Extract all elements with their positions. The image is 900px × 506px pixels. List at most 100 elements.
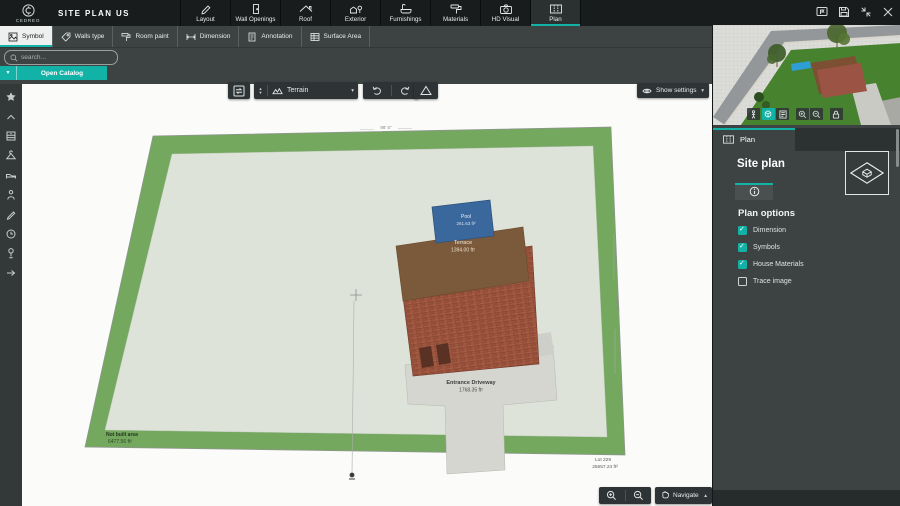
plan-options-title: Plan options — [738, 208, 795, 219]
lamp-post-icon[interactable] — [5, 247, 17, 259]
open-catalog-button[interactable]: ▾ Open Catalog — [0, 66, 107, 80]
blueprint-icon — [722, 134, 735, 145]
hanger-icon[interactable] — [5, 150, 17, 162]
door-icon — [249, 3, 263, 15]
panel-tab-plan[interactable]: Plan — [713, 128, 795, 151]
tab-layout[interactable]: Layout — [181, 0, 231, 26]
north-indicator-button[interactable] — [414, 82, 438, 99]
tool-tab-walls-type[interactable]: Walls type — [53, 26, 114, 47]
pool-label: Pool — [461, 214, 471, 220]
tool-tab-annotation[interactable]: Annotation — [239, 26, 301, 47]
search-input[interactable] — [21, 54, 101, 61]
option-trace-image[interactable]: Trace image — [738, 277, 792, 286]
clock-icon[interactable] — [5, 228, 17, 240]
zoom-out-icon — [633, 490, 644, 501]
tool-tab-surface-area[interactable]: Surface Area — [302, 26, 371, 47]
checkbox-unchecked[interactable] — [738, 277, 747, 286]
tool-tab-symbol[interactable]: Symbol — [0, 26, 53, 47]
cedreo-logo: CEDREO — [5, 1, 51, 25]
app-window: CEDREO SITE PLAN US Layout Wall Openings… — [0, 0, 900, 506]
shrink-icon[interactable] — [860, 6, 872, 18]
undo-button[interactable] — [363, 82, 391, 99]
option-dimension[interactable]: Dimension — [738, 226, 786, 235]
isometric-plan-icon — [850, 160, 884, 186]
cedreo-logo-icon — [22, 4, 35, 17]
comment-icon[interactable] — [816, 6, 828, 18]
checkbox-checked[interactable] — [738, 260, 747, 269]
plan-style-button[interactable] — [845, 151, 889, 195]
survey-pin[interactable] — [349, 473, 355, 479]
walkthrough-view-button[interactable] — [747, 108, 760, 120]
tool-tab-room-paint[interactable]: Room paint — [113, 26, 177, 47]
lot-label: Lot 229 — [595, 457, 611, 463]
info-icon — [749, 186, 760, 197]
tab-materials[interactable]: Materials — [431, 0, 481, 26]
star-icon[interactable] — [5, 91, 17, 103]
arrow-right-icon[interactable] — [5, 267, 17, 279]
dimension-right-label: 131' 6'' — [615, 297, 621, 311]
terrace-area-label: 1394.00 ft² — [451, 248, 475, 254]
orbit-view-button[interactable] — [762, 108, 775, 120]
driveway-area-label: 1768.35 ft² — [459, 388, 483, 394]
floor-stepper[interactable]: ▴▾ — [254, 87, 267, 95]
pencil-tool-icon[interactable] — [5, 208, 17, 220]
tab-hd-visual[interactable]: HD Visual — [481, 0, 531, 26]
main-tab-bar: Layout Wall Openings Roof Exterior Furni… — [180, 0, 581, 26]
bed-icon[interactable] — [5, 169, 17, 181]
chevron-down-icon: ▾ — [347, 88, 358, 94]
dimension-icon — [186, 32, 196, 42]
redo-icon — [399, 86, 411, 96]
catalog-search — [4, 50, 118, 65]
panel-bottom-strip — [713, 490, 900, 506]
option-house-materials[interactable]: House Materials — [738, 260, 804, 269]
tool-tab-dimension[interactable]: Dimension — [178, 26, 240, 47]
checkbox-checked[interactable] — [738, 226, 747, 235]
show-settings-label: Show settings — [656, 87, 697, 94]
show-settings-button[interactable]: Show settings ▾ — [637, 83, 709, 98]
compare-plans-button[interactable] — [228, 82, 250, 99]
tab-furnishings[interactable]: Furnishings — [381, 0, 431, 26]
pool-area-label: 261.63 ft² — [456, 221, 476, 226]
tab-wall-openings[interactable]: Wall Openings — [231, 0, 281, 26]
annotation-icon — [247, 32, 257, 42]
chevron-up-icon[interactable] — [5, 111, 17, 123]
close-icon[interactable] — [882, 6, 894, 18]
tab-plan[interactable]: Plan — [531, 0, 581, 26]
pencil-icon — [199, 3, 213, 15]
right-panel: Plan Site plan Plan options — [712, 25, 900, 506]
plan-canvas[interactable]: 98' 5'' 131' 6'' Pool 261.63 ft² Terrace… — [22, 84, 712, 506]
blueprint-icon — [549, 3, 563, 15]
preview-zoom-out-button[interactable] — [810, 108, 823, 120]
tab-roof[interactable]: Roof — [281, 0, 331, 26]
3d-preview[interactable] — [713, 25, 900, 125]
navigate-button[interactable]: Navigate ▴ — [655, 487, 712, 504]
navigate-label: Navigate — [673, 492, 700, 499]
camera-icon — [499, 3, 513, 15]
info-subtab[interactable] — [735, 183, 773, 200]
search-icon — [10, 54, 18, 62]
lock-view-button[interactable] — [830, 108, 843, 120]
preview-toolbar — [747, 108, 843, 120]
preview-zoom-in-button[interactable] — [796, 108, 809, 120]
zoom-controls — [599, 487, 651, 504]
site-plan-drawing: 98' 5'' 131' 6'' Pool 261.63 ft² Terrace… — [22, 84, 712, 506]
bathtub-icon — [399, 3, 413, 15]
zoom-out-button[interactable] — [626, 487, 652, 504]
chevron-down-icon: ▾ — [701, 88, 704, 94]
swap-icon — [233, 85, 245, 97]
panel-scrollbar[interactable] — [896, 129, 899, 167]
chevron-down-icon: ▾ — [0, 66, 17, 80]
tab-exterior[interactable]: Exterior — [331, 0, 381, 26]
plan-view-button[interactable] — [776, 108, 789, 120]
option-symbols[interactable]: Symbols — [738, 243, 780, 252]
person-icon[interactable] — [5, 189, 17, 201]
checkbox-checked[interactable] — [738, 243, 747, 252]
not-built-area-label: 6477.56 ft² — [108, 439, 132, 445]
save-icon[interactable] — [838, 6, 850, 18]
zoom-in-button[interactable] — [599, 487, 625, 504]
title-bar: CEDREO SITE PLAN US Layout Wall Openings… — [0, 0, 900, 26]
dresser-icon[interactable] — [5, 130, 17, 142]
floor-selector[interactable]: ▴▾ Terrain ▾ — [254, 82, 358, 99]
triangle-icon — [420, 85, 432, 96]
chevron-up-icon: ▴ — [704, 493, 707, 499]
